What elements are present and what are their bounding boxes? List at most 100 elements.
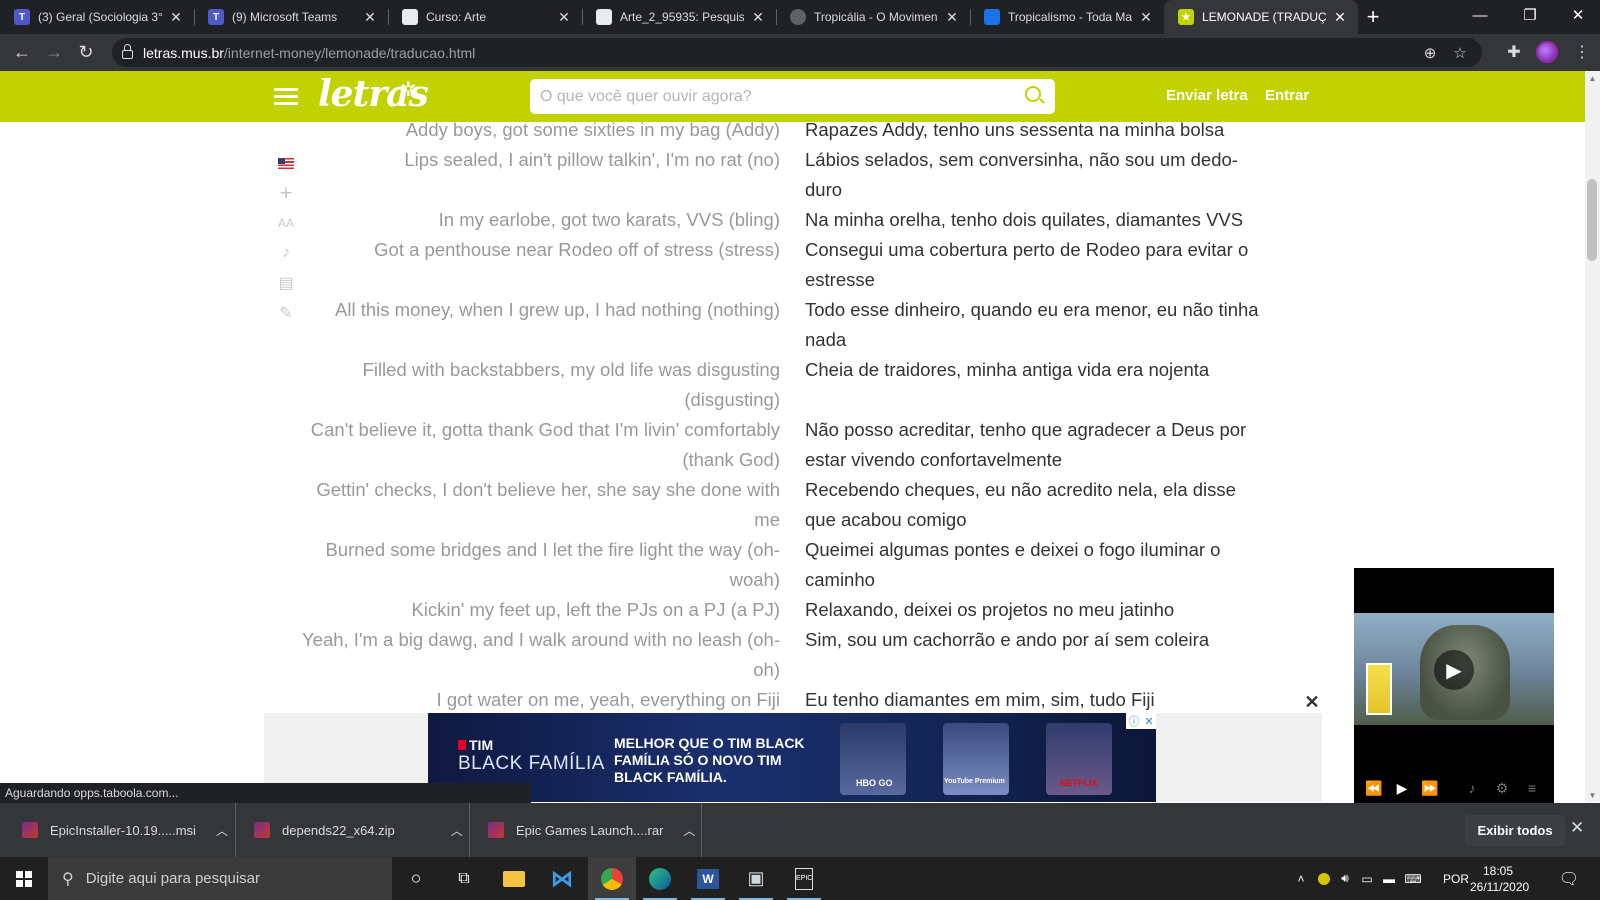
page-scrollbar[interactable]: ▲ ▼ (1585, 71, 1600, 802)
volume-icon[interactable]: 🔊︎ (1336, 857, 1354, 900)
task-view-icon[interactable]: ⧉ (440, 857, 488, 900)
close-icon[interactable]: ✕ (1138, 9, 1154, 26)
windows-logo-icon (16, 870, 32, 887)
close-icon[interactable]: ✕ (168, 9, 184, 26)
chevron-up-icon[interactable]: ︿ (216, 822, 228, 839)
edit-pencil-icon[interactable]: ✎ (276, 298, 296, 328)
video-frame[interactable]: ▶ (1354, 613, 1554, 725)
chevron-up-icon[interactable]: ︿ (451, 822, 463, 839)
original-line: Burned some bridges and I let the fire l… (325, 539, 780, 590)
word-icon[interactable]: W (684, 857, 732, 900)
floating-video-player[interactable]: ▶ ⏪ ▶ ⏩ ♪ ⚙ ≡ (1354, 568, 1554, 803)
windows-taskbar: ⚲ Digite aqui para pesquisar ○ ⧉ ⋈ W ▣ EP… (0, 857, 1600, 900)
tab-teams[interactable]: T (9) Microsoft Teams ✕ (194, 0, 388, 34)
document-icon (596, 9, 612, 25)
download-item[interactable]: EpicInstaller-10.19.....msi ︿ (0, 803, 236, 857)
menu-icon[interactable]: ⋮ (1566, 36, 1598, 68)
address-bar[interactable]: letras.mus.br/internet-money/lemonade/tr… (112, 38, 1482, 67)
tray-app-icon[interactable] (1316, 857, 1332, 900)
close-icon[interactable]: ✕ (362, 9, 378, 26)
original-line: Gettin' checks, I don't believe her, she… (316, 479, 780, 530)
scroll-up-icon[interactable]: ▲ (1585, 71, 1600, 85)
url-path: /internet-money/lemonade/traducao.html (223, 44, 476, 61)
download-filename: EpicInstaller-10.19.....msi (50, 822, 196, 838)
cortana-icon[interactable]: ○ (392, 857, 440, 900)
login-link[interactable]: Entrar (1265, 87, 1309, 104)
forward-icon[interactable]: → (38, 37, 70, 69)
bookmark-star-icon[interactable]: ☆ (1447, 38, 1473, 67)
tab-arte-pesquisa[interactable]: Arte_2_95935: Pesquisa s✕ (582, 0, 776, 34)
download-item[interactable]: depends22_x64.zip ︿ (236, 803, 470, 857)
taskbar-search[interactable]: ⚲ Digite aqui para pesquisar (48, 857, 392, 900)
play-icon[interactable]: ▶ (1434, 650, 1474, 690)
netflix-label: NETFLIX (1060, 778, 1098, 788)
hamburger-menu-icon[interactable] (274, 88, 298, 106)
close-icon[interactable]: ✕ (750, 9, 766, 26)
notifications-icon[interactable]: 🗨︎ (1556, 857, 1582, 900)
close-icon[interactable]: ✕ (944, 9, 960, 26)
window-close-icon[interactable]: ✕ (1556, 0, 1600, 30)
network-icon[interactable]: ▭ (1358, 857, 1376, 900)
tab-curso-arte[interactable]: Curso: Arte ✕ (388, 0, 582, 34)
clock[interactable]: 18:05 26/11/2020 (1470, 863, 1529, 895)
tab-lemonade[interactable]: ★LEMONADE (TRADUÇÃO✕ (1164, 0, 1358, 34)
us-flag-icon[interactable] (276, 148, 296, 178)
edge-icon[interactable] (636, 857, 684, 900)
teams-icon: T (14, 9, 30, 25)
lyric-row: Lips sealed, I ain't pillow talkin', I'm… (300, 145, 1280, 205)
search-input[interactable] (530, 79, 1055, 114)
playlist-icon[interactable]: ≡ (1522, 778, 1542, 798)
print-icon[interactable]: ▤ (276, 268, 296, 298)
plus-icon[interactable]: + (276, 178, 296, 208)
tab-tropicalia[interactable]: Tropicália - O Movimento ✕ (776, 0, 970, 34)
start-button[interactable] (0, 857, 48, 900)
lyric-row: Yeah, I'm a big dawg, and I walk around … (300, 625, 1280, 685)
lyric-row: Burned some bridges and I let the fire l… (300, 535, 1280, 595)
translated-line: Queimei algumas pontes e deixei o fogo i… (805, 539, 1221, 590)
translated-line: Na minha orelha, tenho dois quilates, di… (805, 209, 1244, 230)
close-icon[interactable]: ✕ (1332, 9, 1348, 26)
minimize-icon[interactable]: — (1458, 0, 1502, 30)
download-item[interactable]: Epic Games Launch....rar ︿ (470, 803, 702, 857)
profile-avatar[interactable] (1531, 36, 1563, 68)
back-icon[interactable]: ← (6, 37, 38, 69)
tab-teams-geral[interactable]: T(3) Geral (Sociologia 3°EM✕ (0, 0, 194, 34)
restore-icon[interactable]: ❐ (1508, 0, 1552, 30)
scroll-down-icon[interactable]: ▼ (1585, 788, 1600, 802)
keyboard-icon[interactable]: ⌨ (1404, 857, 1422, 900)
epic-games-icon[interactable]: EPIC (780, 857, 828, 900)
close-icon[interactable]: ✕ (556, 9, 572, 26)
original-line: Kickin' my feet up, left the PJs on a PJ… (411, 599, 780, 620)
lyric-row: In my earlobe, got two karats, VVS (blin… (300, 205, 1280, 235)
tim-banner-ad[interactable]: ⓘ ✕ TIM BLACK FAMÍLIA MELHOR QUE O TIM BL… (428, 713, 1156, 802)
search-icon[interactable] (1025, 86, 1041, 102)
settings-gear-icon[interactable]: ⚙ (1492, 778, 1512, 798)
chevron-up-icon[interactable]: ︿ (683, 822, 695, 839)
tray-chevron-up-icon[interactable]: ˄ (1294, 857, 1308, 900)
forward-icon[interactable]: ⏩ (1420, 778, 1440, 798)
rewind-icon[interactable]: ⏪ (1364, 778, 1384, 798)
new-tab-button[interactable]: + (1358, 0, 1388, 34)
battery-icon[interactable]: ▬ (1380, 857, 1398, 900)
document-icon (402, 9, 418, 25)
reload-icon[interactable]: ↻ (70, 37, 102, 69)
add-page-icon[interactable]: ⊕ (1417, 38, 1443, 67)
tab-strip: T(3) Geral (Sociologia 3°EM✕ T(9) Micros… (0, 0, 1600, 34)
ad-close-icon[interactable]: ✕ (1301, 691, 1323, 713)
translated-line: Rapazes Addy, tenho uns sessenta na minh… (805, 122, 1225, 140)
vscode-icon[interactable]: ⋈ (538, 857, 586, 900)
tab-tropicalismo[interactable]: Tropicalismo - Toda Mat ✕ (970, 0, 1164, 34)
show-all-button[interactable]: Exibir todos (1465, 815, 1565, 846)
volume-icon[interactable]: ♪ (1462, 778, 1482, 798)
play-small-icon[interactable]: ▶ (1392, 778, 1412, 798)
extensions-icon[interactable]: ✚ (1498, 36, 1530, 68)
guitar-icon[interactable]: ♪ (276, 238, 296, 268)
ad-choices-icon[interactable]: ⓘ ✕ (1126, 713, 1156, 729)
control-panel-icon[interactable]: ▣ (732, 857, 780, 900)
font-size-icon[interactable]: AA (276, 208, 296, 238)
send-lyrics-link[interactable]: Enviar letra (1166, 87, 1248, 104)
close-icon[interactable]: ✕ (1570, 818, 1584, 838)
scroll-thumb[interactable] (1587, 179, 1597, 261)
file-explorer-icon[interactable] (490, 857, 538, 900)
chrome-icon[interactable] (588, 857, 636, 900)
